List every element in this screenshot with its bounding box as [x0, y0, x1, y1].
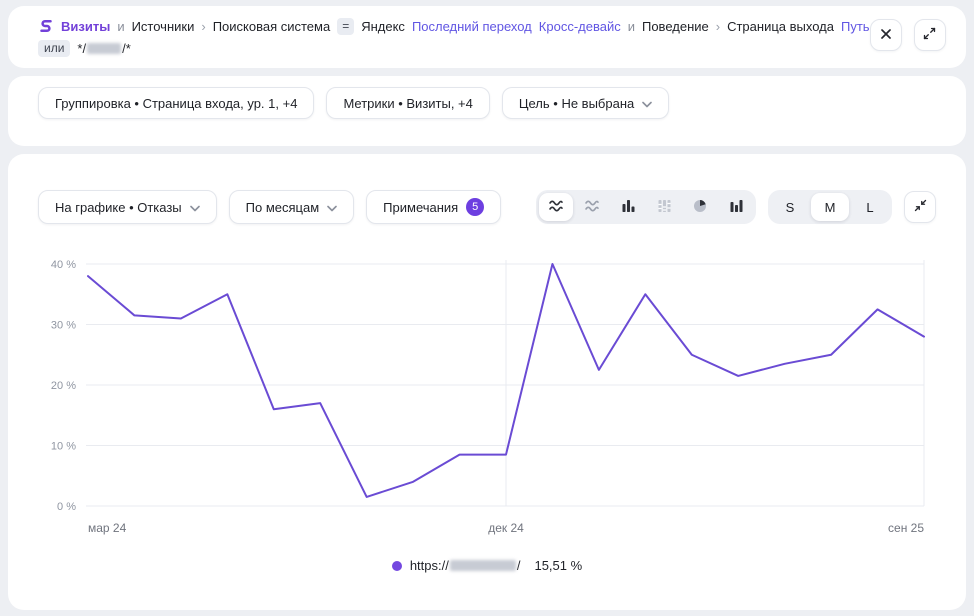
filter2-dimension-exit-page[interactable]: Страница выхода — [727, 19, 834, 34]
legend-url-suffix: / — [517, 558, 521, 573]
pie-chart-icon — [692, 198, 708, 217]
series-color-dot — [392, 561, 402, 571]
chart-controls: На графике • Отказы По месяцам Примечани… — [38, 190, 936, 224]
chart-type-columns[interactable] — [719, 193, 753, 221]
chart-size-l[interactable]: L — [851, 193, 889, 221]
chart-legend: https:// / 15,51 % — [8, 558, 966, 573]
close-icon — [879, 27, 893, 44]
filter-line-1: Визиты и Источники › Поисковая система =… — [38, 15, 870, 37]
and-conjunction-1: и — [117, 19, 124, 34]
redacted-domain — [450, 560, 516, 571]
segment-icon — [38, 18, 54, 34]
on-chart-metric-label: На графике • Отказы — [55, 200, 182, 215]
equals-operator-badge[interactable]: = — [337, 18, 354, 35]
legend-value: 15,51 % — [534, 558, 582, 573]
svg-text:сен 25: сен 25 — [888, 521, 924, 535]
bounce-rate-line-chart[interactable]: 0 % 10 % 20 % 30 % 40 % мар 24 дек 24 сен 25 — [8, 250, 966, 550]
period-label: По месяцам — [246, 200, 320, 215]
filter-line-2: или */ /* — [38, 37, 870, 59]
bar-chart-icon — [620, 198, 636, 217]
svg-text:дек 24: дек 24 — [488, 521, 524, 535]
chevron-down-icon — [642, 96, 652, 111]
chart-size-s[interactable]: S — [771, 193, 809, 221]
metrica-report-page: Визиты и Источники › Поисковая система =… — [0, 0, 974, 616]
collapse-icon — [913, 198, 928, 216]
breadcrumb-separator: › — [201, 19, 205, 34]
filter1-dimension-search-engine[interactable]: Поисковая система — [213, 19, 331, 34]
chart-type-switcher — [536, 190, 756, 224]
metrics-label: Метрики • Визиты, +4 — [343, 96, 472, 111]
notes-button[interactable]: Примечания 5 — [366, 190, 501, 224]
collapse-chart-button[interactable] — [904, 191, 936, 223]
path-prefix: */ — [77, 41, 86, 56]
chart-size-switcher: S M L — [768, 190, 892, 224]
chart-controls-right: S M L — [536, 190, 936, 224]
stacked-lines-chart-icon — [584, 198, 600, 217]
filter-conditions: Визиты и Источники › Поисковая система =… — [38, 15, 870, 68]
notes-label: Примечания — [383, 200, 458, 215]
svg-text:10 %: 10 % — [51, 441, 76, 453]
period-button[interactable]: По месяцам — [229, 190, 355, 224]
on-chart-metric-button[interactable]: На графике • Отказы — [38, 190, 217, 224]
segment-visits-link[interactable]: Визиты — [61, 19, 110, 34]
filter1-value-yandex[interactable]: Яндекс — [361, 19, 405, 34]
chevron-down-icon — [190, 200, 200, 215]
legend-url: https:// / — [410, 558, 521, 573]
svg-text:20 %: 20 % — [51, 380, 76, 392]
expand-report-button[interactable] — [914, 19, 946, 51]
line-chart-icon — [548, 198, 564, 217]
filter1-crossdevice-link[interactable]: Кросс-девайс — [539, 19, 621, 34]
goal-label: Цель • Не выбрана — [519, 96, 634, 111]
chart-type-bars[interactable] — [611, 193, 645, 221]
svg-text:мар 24: мар 24 — [88, 521, 127, 535]
svg-text:0 %: 0 % — [57, 501, 76, 513]
chart-size-m[interactable]: M — [811, 193, 849, 221]
metrics-button[interactable]: Метрики • Визиты, +4 — [326, 87, 489, 119]
segment-filter-bar: Визиты и Источники › Поисковая система =… — [8, 6, 966, 68]
breadcrumb-separator-2: › — [716, 19, 720, 34]
or-operator-badge[interactable]: или — [38, 40, 70, 57]
chart-type-stacked-bars[interactable] — [647, 193, 681, 221]
column-chart-icon — [728, 198, 744, 217]
expand-icon — [922, 26, 937, 44]
svg-text:40 %: 40 % — [51, 259, 76, 271]
chart-card: На графике • Отказы По месяцам Примечани… — [8, 154, 966, 610]
goal-button[interactable]: Цель • Не выбрана — [502, 87, 669, 119]
legend-url-prefix: https:// — [410, 558, 449, 573]
filter1-attribution-link[interactable]: Последний переход — [412, 19, 532, 34]
filter2-path-link[interactable]: Путь — [841, 19, 870, 34]
stacked-bar-chart-icon — [656, 198, 672, 217]
svg-text:30 %: 30 % — [51, 320, 76, 332]
grouping-label: Группировка • Страница входа, ур. 1, +4 — [55, 96, 297, 111]
chart-controls-left: На графике • Отказы По месяцам Примечани… — [38, 190, 501, 224]
filter-actions — [870, 15, 958, 68]
filter1-dimension-sources[interactable]: Источники — [132, 19, 195, 34]
redacted-path-segment — [87, 43, 121, 54]
path-suffix: /* — [122, 41, 131, 56]
close-filter-button[interactable] — [870, 19, 902, 51]
report-toolbar: Группировка • Страница входа, ур. 1, +4 … — [8, 76, 966, 146]
and-conjunction-2: и — [628, 19, 635, 34]
legend-item[interactable]: https:// / 15,51 % — [392, 558, 582, 573]
chart-type-stacked-lines[interactable] — [575, 193, 609, 221]
chart-type-line[interactable] — [539, 193, 573, 221]
path-filter-value: */ /* — [77, 41, 130, 56]
chart-type-pie[interactable] — [683, 193, 717, 221]
filter2-dimension-behavior[interactable]: Поведение — [642, 19, 709, 34]
grouping-button[interactable]: Группировка • Страница входа, ур. 1, +4 — [38, 87, 314, 119]
chevron-down-icon — [327, 200, 337, 215]
notes-count-badge: 5 — [466, 198, 484, 216]
